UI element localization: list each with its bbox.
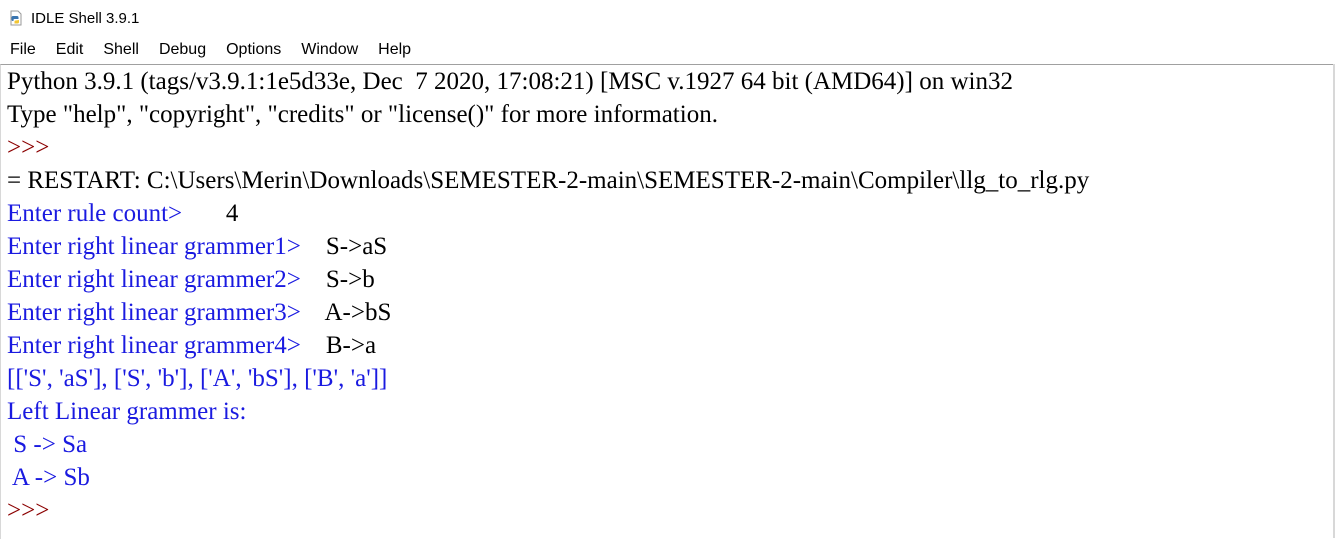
- input-gap: [301, 233, 326, 260]
- input-line-grammer2: Enter right linear grammer2> S->b: [1, 263, 1334, 296]
- menu-help[interactable]: Help: [368, 36, 421, 63]
- menu-debug[interactable]: Debug: [149, 36, 216, 63]
- menu-shell[interactable]: Shell: [93, 36, 149, 63]
- window-title: IDLE Shell 3.9.1: [31, 9, 140, 27]
- input-line-grammer3: Enter right linear grammer3> A->bS: [1, 296, 1334, 329]
- banner-version: Python 3.9.1 (tags/v3.9.1:1e5d33e, Dec 7…: [7, 68, 1013, 95]
- input-prompt: Enter right linear grammer3>: [7, 299, 301, 326]
- python-icon: [8, 10, 24, 26]
- menu-bar: File Edit Shell Debug Options Window Hel…: [0, 36, 1335, 63]
- menu-edit[interactable]: Edit: [46, 36, 94, 63]
- result-line-2: A -> Sb: [7, 464, 90, 491]
- input-gap: [182, 200, 226, 227]
- restart-line: = RESTART: C:\Users\Merin\Downloads\SEME…: [7, 167, 1090, 194]
- list-output: [['S', 'aS'], ['S', 'b'], ['A', 'bS'], […: [7, 365, 388, 392]
- input-prompt: Enter right linear grammer2>: [7, 266, 301, 293]
- input-gap: [301, 332, 326, 359]
- input-prompt: Enter right linear grammer1>: [7, 233, 301, 260]
- input-value: S->b: [325, 266, 375, 293]
- input-value: A->bS: [324, 299, 392, 326]
- input-gap: [301, 299, 325, 326]
- input-value: B->a: [325, 332, 377, 359]
- input-prompt: Enter rule count>: [7, 200, 183, 227]
- menu-file[interactable]: File: [0, 36, 46, 63]
- input-prompt: Enter right linear grammer4>: [7, 332, 301, 359]
- shell-prompt: >>>: [7, 134, 56, 161]
- menu-window[interactable]: Window: [291, 36, 368, 63]
- shell-prompt-current[interactable]: >>>: [1, 494, 1334, 527]
- result-line-1: S -> Sa: [7, 431, 88, 458]
- input-value: 4: [225, 200, 239, 227]
- banner-help: Type "help", "copyright", "credits" or "…: [7, 101, 718, 128]
- shell-text-area[interactable]: Python 3.9.1 (tags/v3.9.1:1e5d33e, Dec 7…: [0, 64, 1334, 539]
- input-line-rule-count: Enter rule count> 4: [1, 197, 1334, 230]
- result-header: Left Linear grammer is:: [7, 398, 247, 425]
- menu-options[interactable]: Options: [216, 36, 291, 63]
- title-bar: IDLE Shell 3.9.1: [0, 0, 1335, 36]
- input-value: S->aS: [325, 233, 388, 260]
- input-gap: [301, 266, 326, 293]
- input-line-grammer4: Enter right linear grammer4> B->a: [1, 329, 1334, 362]
- input-line-grammer1: Enter right linear grammer1> S->aS: [1, 230, 1334, 263]
